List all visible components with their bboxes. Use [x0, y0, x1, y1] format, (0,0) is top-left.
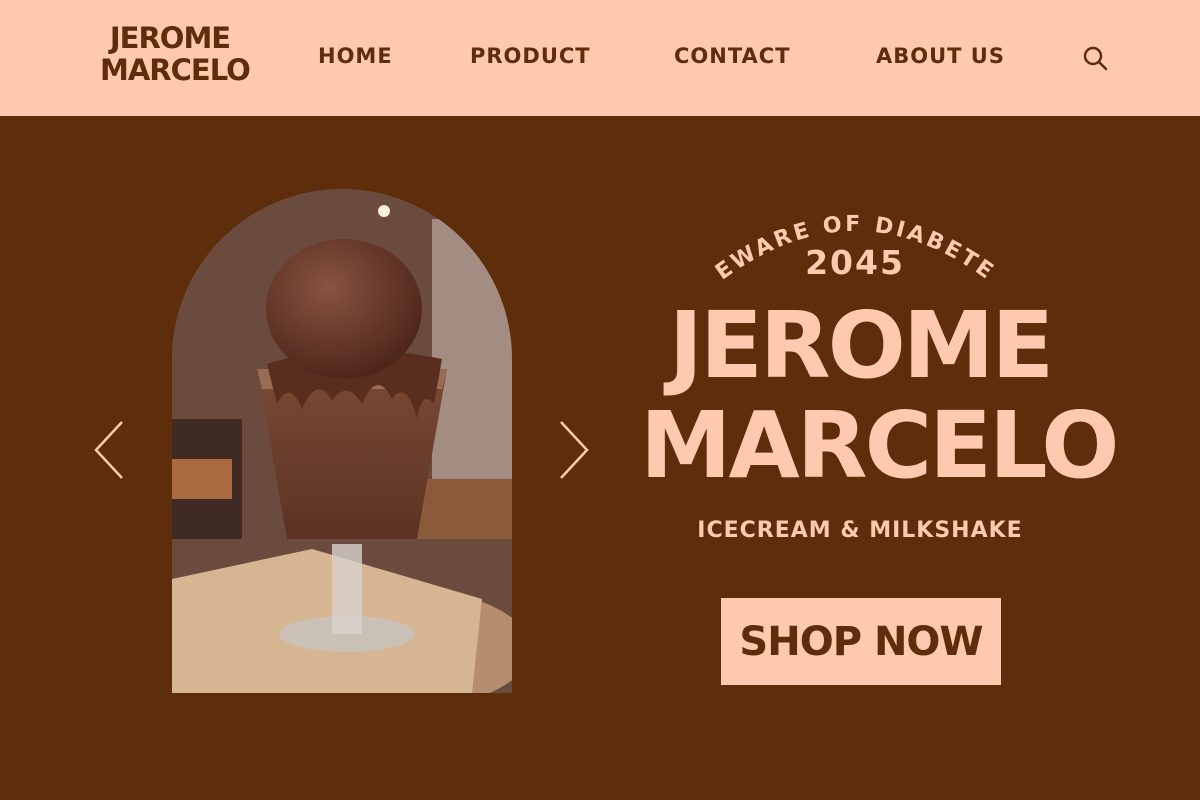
logo-line-1: JEROME — [109, 21, 231, 55]
tagline: ICECREAM & MILKSHAKE — [697, 518, 1023, 543]
carousel-next-button[interactable] — [555, 418, 591, 482]
logo[interactable]: JEROME MARCELO — [100, 21, 251, 94]
shop-now-button[interactable]: SHOP NOW — [721, 598, 1001, 685]
nav-home[interactable]: HOME — [318, 44, 393, 68]
brand-title-line-2: MARCELO — [640, 392, 1120, 499]
chevron-right-icon — [560, 421, 589, 479]
brand-title: JEROME MARCELO — [640, 292, 1120, 499]
carousel-prev-button[interactable] — [92, 418, 128, 482]
chevron-left-icon — [94, 421, 123, 479]
nav-product[interactable]: PRODUCT — [470, 44, 591, 68]
nav-contact[interactable]: CONTACT — [674, 44, 791, 68]
brand-title-line-1: JEROME — [668, 292, 1055, 399]
logo-line-2: MARCELO — [100, 53, 251, 87]
nav-about-us[interactable]: ABOUT US — [876, 44, 1005, 68]
site-header: JEROME MARCELO HOME PRODUCT CONTACT ABOU… — [0, 0, 1200, 116]
ice-cream-sundae-image — [172, 189, 512, 693]
year-label: 2045 — [805, 243, 905, 282]
hero-image — [172, 189, 512, 693]
search-icon[interactable] — [1080, 44, 1110, 74]
